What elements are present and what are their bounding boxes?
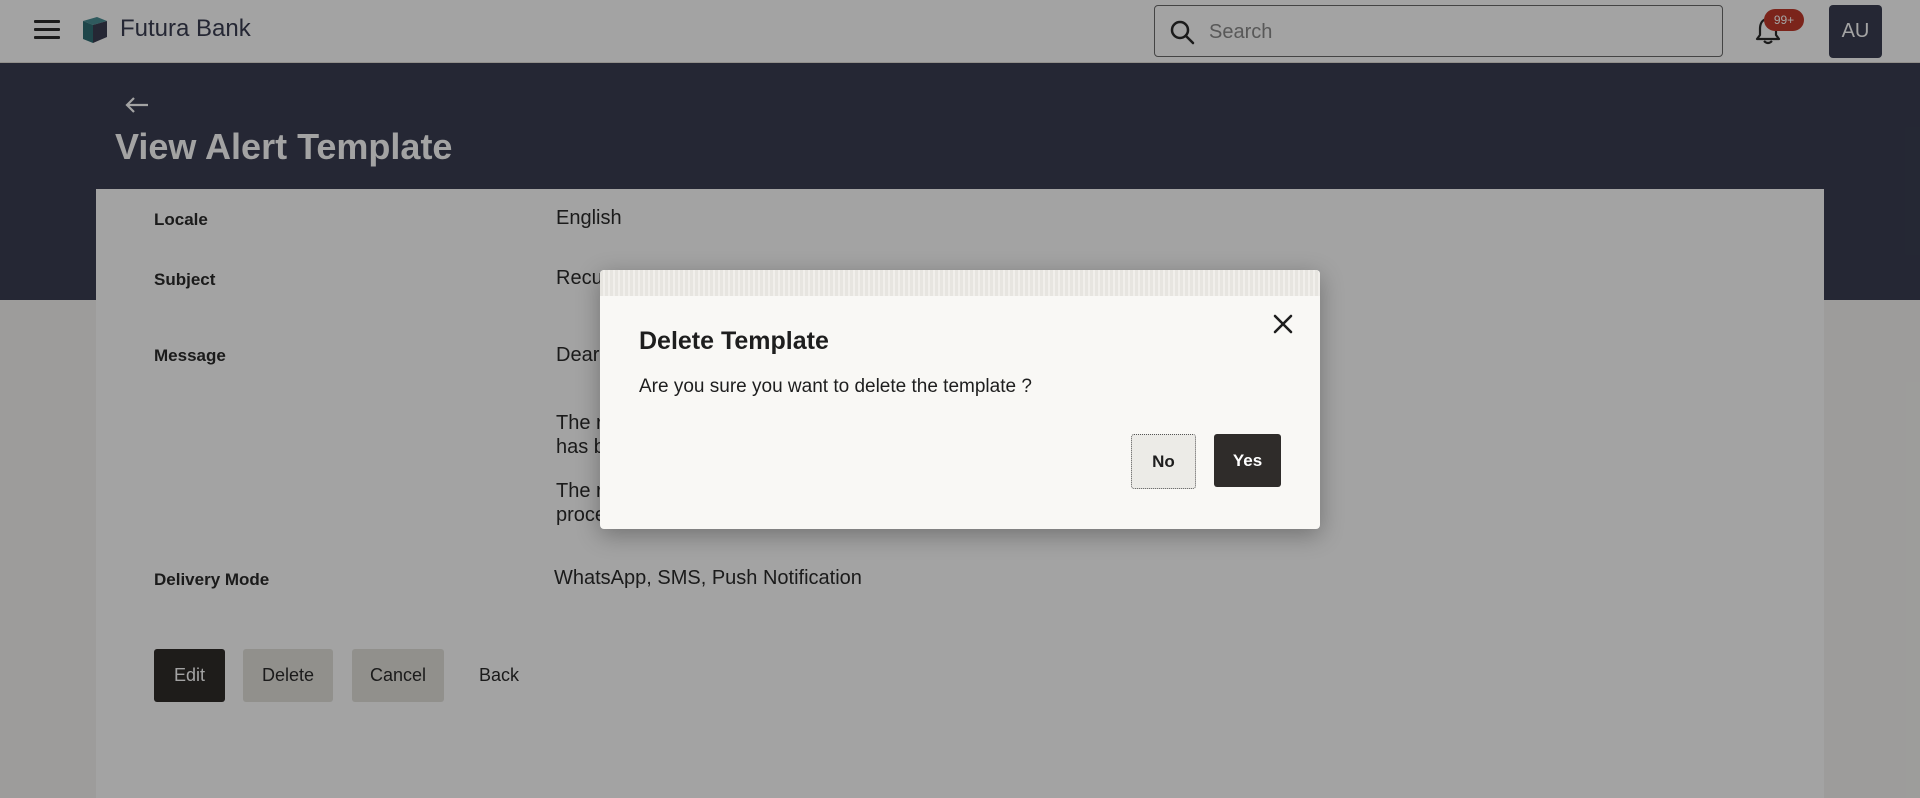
close-icon[interactable] bbox=[1270, 311, 1296, 337]
delete-template-dialog: Delete Template Are you sure you want to… bbox=[600, 270, 1320, 529]
dialog-title: Delete Template bbox=[639, 327, 829, 355]
dialog-header-strip bbox=[600, 270, 1320, 296]
dialog-message: Are you sure you want to delete the temp… bbox=[639, 376, 1032, 397]
yes-button[interactable]: Yes bbox=[1214, 434, 1281, 487]
no-button[interactable]: No bbox=[1131, 434, 1196, 489]
